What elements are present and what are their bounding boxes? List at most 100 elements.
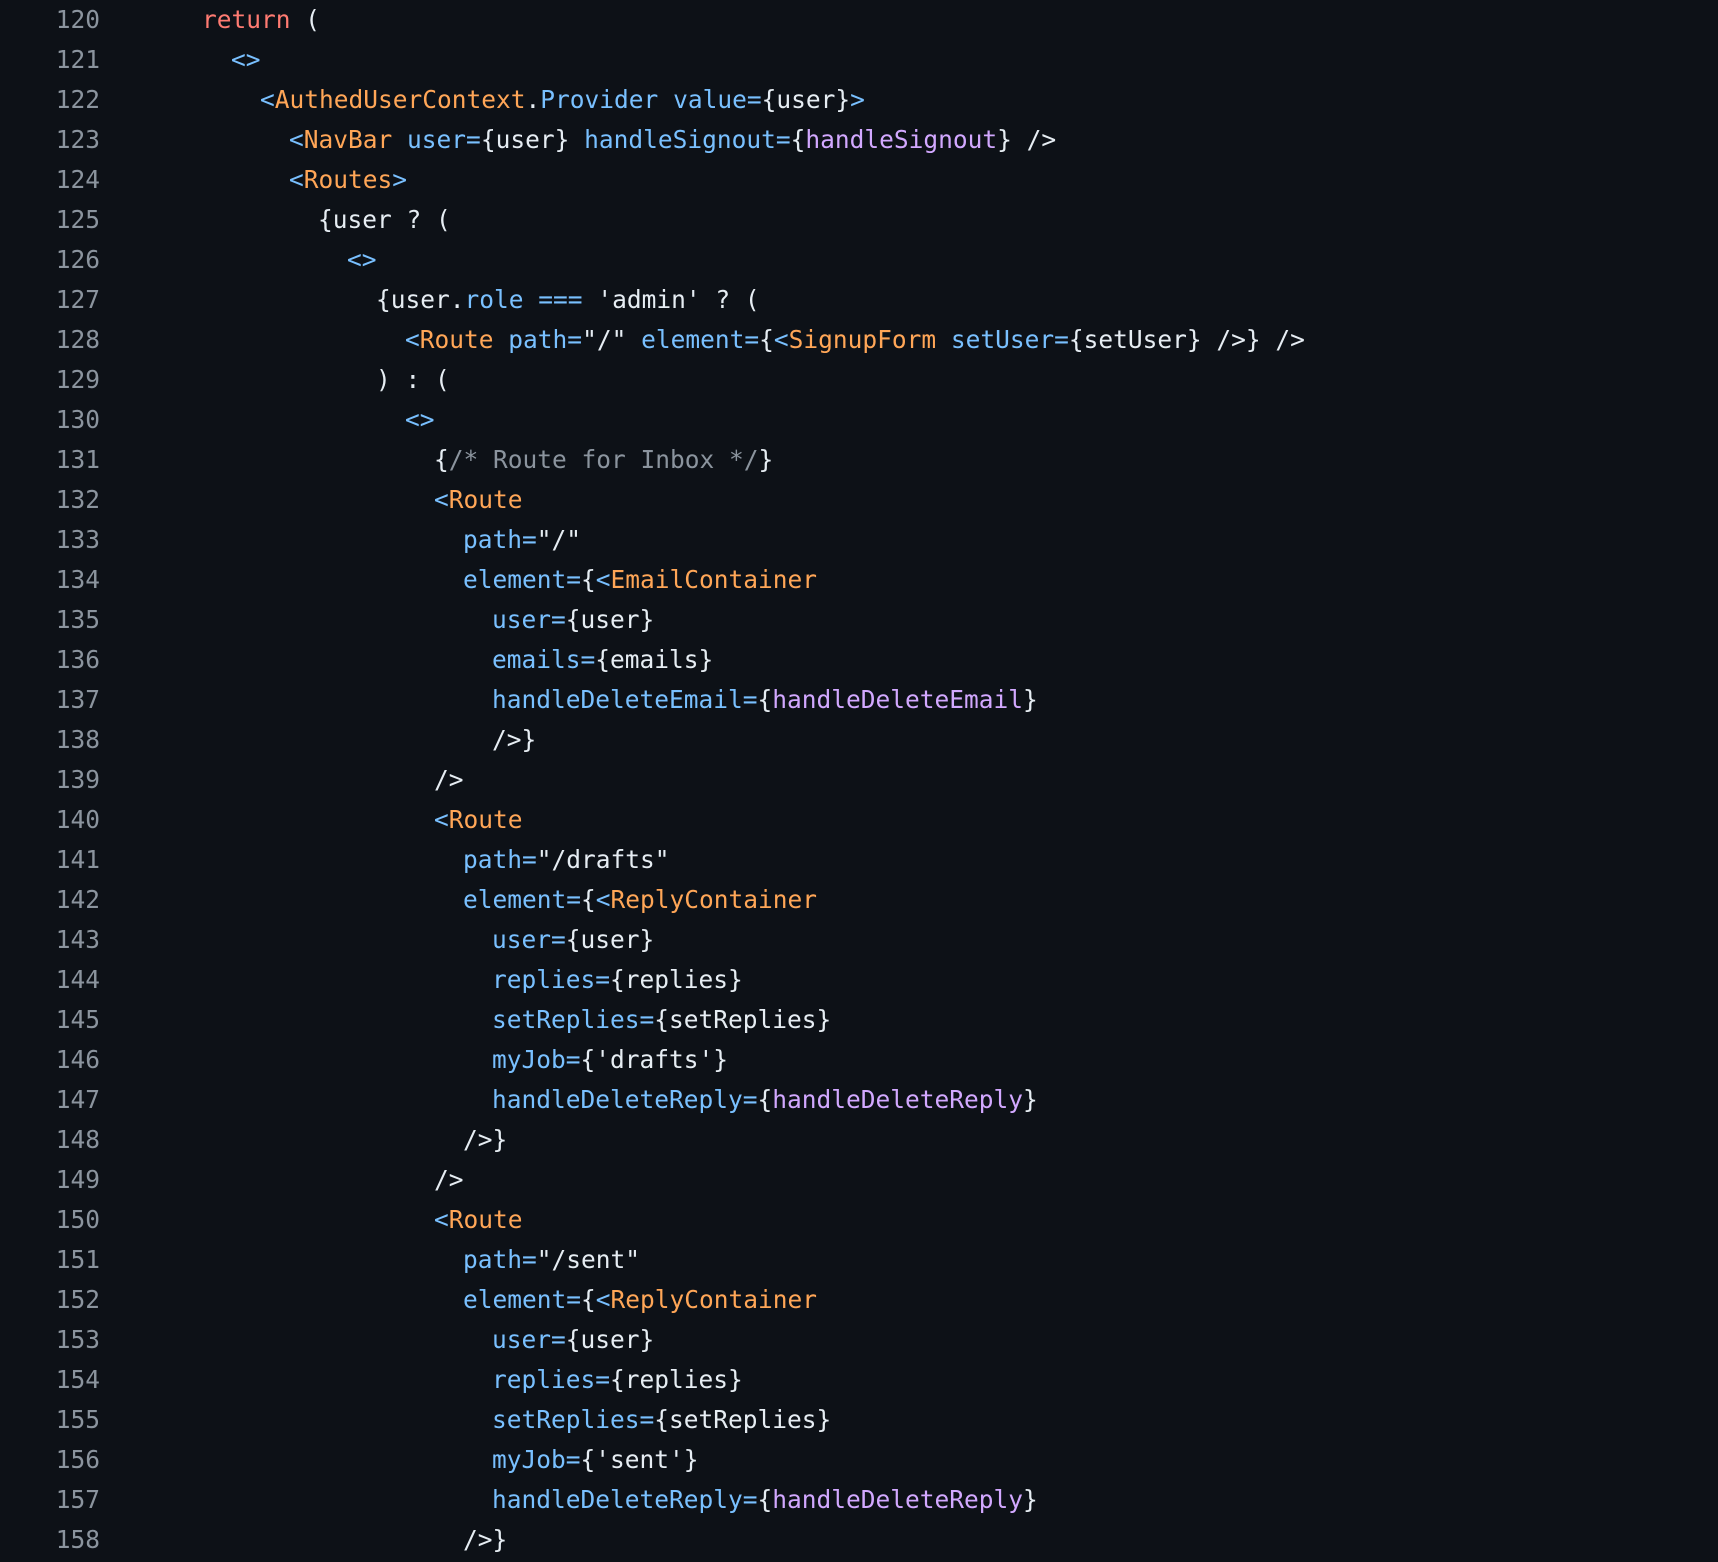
code-line: 150 <Route — [0, 1200, 1718, 1240]
code-token: { — [790, 125, 806, 154]
line-number[interactable]: 152 — [0, 1280, 100, 1320]
line-number[interactable]: 153 — [0, 1320, 100, 1360]
line-number[interactable]: 122 — [0, 80, 100, 120]
code-token: return — [202, 5, 291, 34]
code-line: 139 /> — [0, 760, 1718, 800]
code-line: 149 /> — [0, 1160, 1718, 1200]
code-line: 130 <> — [0, 400, 1718, 440]
line-number[interactable]: 137 — [0, 680, 100, 720]
line-code: <Route — [100, 1200, 1718, 1240]
code-token: {'sent'} — [580, 1445, 699, 1474]
code-token: { — [581, 885, 596, 914]
code-token: {user} — [480, 125, 585, 154]
code-token: {setUser} />} /> — [1068, 325, 1305, 354]
line-number[interactable]: 120 — [0, 0, 100, 40]
line-number[interactable]: 133 — [0, 520, 100, 560]
line-code: <> — [100, 240, 1718, 280]
line-number[interactable]: 139 — [0, 760, 100, 800]
line-code: setReplies={setReplies} — [100, 1000, 1718, 1040]
line-number[interactable]: 140 — [0, 800, 100, 840]
line-code: handleDeleteEmail={handleDeleteEmail} — [100, 680, 1718, 720]
code-token: ReplyContainer — [610, 1285, 818, 1314]
line-number[interactable]: 135 — [0, 600, 100, 640]
code-token: element= — [463, 565, 582, 594]
line-code: element={<EmailContainer — [100, 560, 1718, 600]
line-number[interactable]: 121 — [0, 40, 100, 80]
line-number[interactable]: 156 — [0, 1440, 100, 1480]
line-code: emails={emails} — [100, 640, 1718, 680]
line-number[interactable]: 125 — [0, 200, 100, 240]
code-token: } — [758, 445, 774, 474]
code-token: < — [595, 565, 611, 594]
line-number[interactable]: 141 — [0, 840, 100, 880]
code-token: Route — [419, 325, 494, 354]
line-number[interactable]: 132 — [0, 480, 100, 520]
line-number[interactable]: 134 — [0, 560, 100, 600]
line-number[interactable]: 151 — [0, 1240, 100, 1280]
line-number[interactable]: 143 — [0, 920, 100, 960]
code-line: 121 <> — [0, 40, 1718, 80]
line-number[interactable]: 154 — [0, 1360, 100, 1400]
line-code: user={user} — [100, 600, 1718, 640]
code-token: {setReplies} — [654, 1405, 832, 1434]
code-token: {user} — [565, 1325, 655, 1354]
line-number[interactable]: 148 — [0, 1120, 100, 1160]
code-token: <> — [405, 405, 435, 434]
line-code: user={user} — [100, 1320, 1718, 1360]
code-token: "/" — [536, 525, 582, 554]
line-number[interactable]: 147 — [0, 1080, 100, 1120]
line-number[interactable]: 123 — [0, 120, 100, 160]
code-token: handleSignout — [805, 125, 998, 154]
line-number[interactable]: 144 — [0, 960, 100, 1000]
code-token: {emails} — [595, 645, 714, 674]
code-line: 153 user={user} — [0, 1320, 1718, 1360]
code-line: 131 {/* Route for Inbox */} — [0, 440, 1718, 480]
line-code: /> — [100, 1160, 1718, 1200]
code-line: 155 setReplies={setReplies} — [0, 1400, 1718, 1440]
line-number[interactable]: 130 — [0, 400, 100, 440]
code-line: 122 <AuthedUserContext.Provider value={us… — [0, 80, 1718, 120]
line-code: <Route path="/" element={<SignupForm set… — [100, 320, 1718, 360]
code-token: user= — [492, 605, 566, 634]
line-number[interactable]: 155 — [0, 1400, 100, 1440]
line-number[interactable]: 146 — [0, 1040, 100, 1080]
code-line: 152 element={<ReplyContainer — [0, 1280, 1718, 1320]
line-number[interactable]: 157 — [0, 1480, 100, 1520]
code-token: ( — [290, 5, 321, 34]
code-line: 148 />} — [0, 1120, 1718, 1160]
line-number[interactable]: 150 — [0, 1200, 100, 1240]
line-number[interactable]: 131 — [0, 440, 100, 480]
line-number[interactable]: 145 — [0, 1000, 100, 1040]
code-line: 134 element={<EmailContainer — [0, 560, 1718, 600]
line-number[interactable]: 128 — [0, 320, 100, 360]
code-token: /> — [434, 1165, 464, 1194]
code-line: 123 <NavBar user={user} handleSignout={ha… — [0, 120, 1718, 160]
line-number[interactable]: 129 — [0, 360, 100, 400]
line-number[interactable]: 127 — [0, 280, 100, 320]
code-token: element= — [463, 1285, 582, 1314]
line-number[interactable]: 124 — [0, 160, 100, 200]
code-token: element= — [641, 325, 760, 354]
code-line: 128 <Route path="/" element={<SignupForm … — [0, 320, 1718, 360]
code-token: {replies} — [610, 1365, 743, 1394]
line-number[interactable]: 149 — [0, 1160, 100, 1200]
line-number[interactable]: 158 — [0, 1520, 100, 1560]
code-token: < — [289, 125, 304, 154]
code-line: 137 handleDeleteEmail={handleDeleteEmail} — [0, 680, 1718, 720]
code-token: handleDeleteEmail= — [492, 685, 758, 714]
line-number[interactable]: 126 — [0, 240, 100, 280]
code-line: 126 <> — [0, 240, 1718, 280]
code-token: 'admin' ? ( — [582, 285, 760, 314]
code-token: } — [1023, 1085, 1038, 1114]
line-number[interactable]: 142 — [0, 880, 100, 920]
code-line: 138 />} — [0, 720, 1718, 760]
code-token: /* Route for Inbox */ — [448, 445, 759, 474]
line-number[interactable]: 138 — [0, 720, 100, 760]
code-token: < — [289, 165, 304, 194]
code-line: 141 path="/drafts" — [0, 840, 1718, 880]
line-number[interactable]: 136 — [0, 640, 100, 680]
code-token: {replies} — [610, 965, 743, 994]
